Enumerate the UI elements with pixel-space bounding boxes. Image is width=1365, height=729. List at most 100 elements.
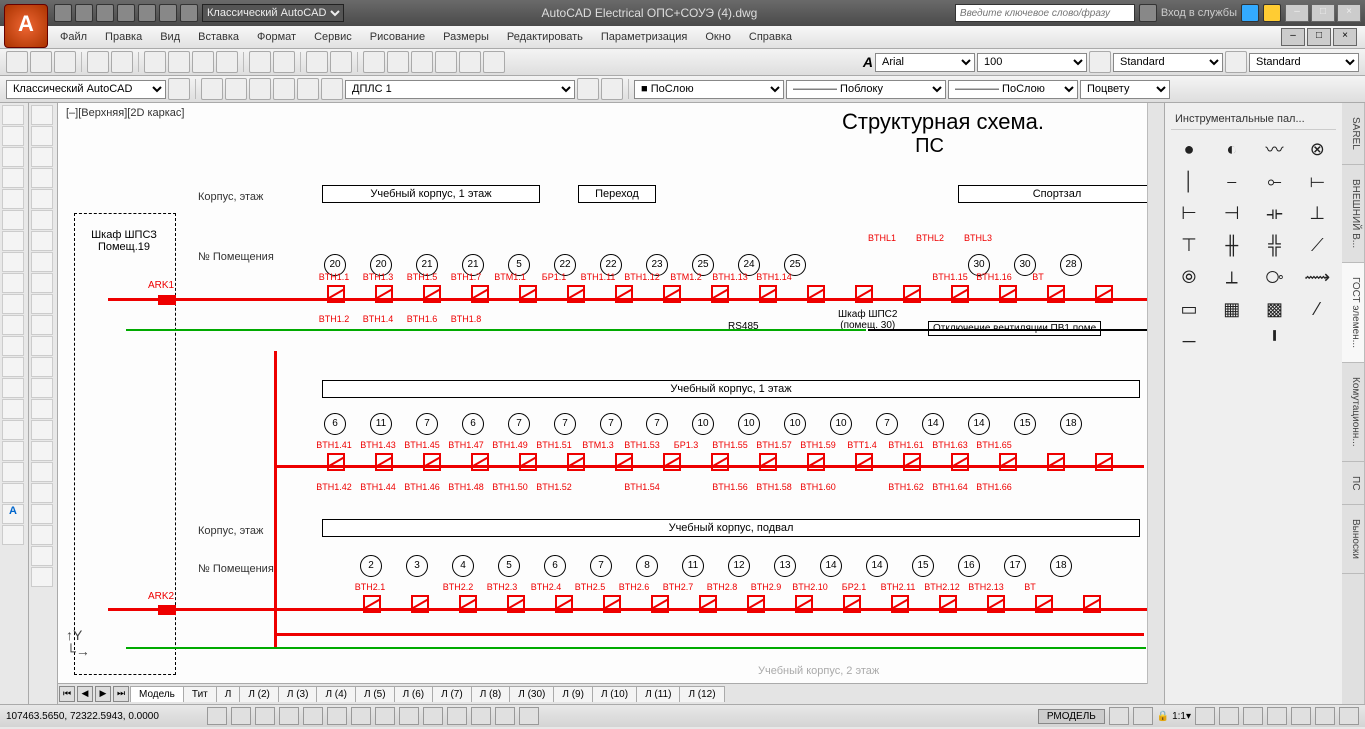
region-icon[interactable] — [2, 315, 24, 335]
tab-layout[interactable]: Л — [216, 686, 241, 702]
tab-layout[interactable]: Л (9) — [553, 686, 593, 702]
palette-tab[interactable]: ПС — [1342, 462, 1364, 505]
lwt-toggle[interactable] — [423, 707, 443, 725]
grid-toggle[interactable] — [231, 707, 251, 725]
tb-pan-icon[interactable] — [306, 51, 328, 73]
tab-layout[interactable]: Л (12) — [679, 686, 724, 702]
tab-layout[interactable]: Тит — [183, 686, 217, 702]
revcloud-icon[interactable] — [2, 462, 24, 482]
tab-layout[interactable]: Л (4) — [316, 686, 356, 702]
join-icon[interactable] — [31, 357, 53, 377]
vertical-scrollbar[interactable] — [1147, 103, 1164, 684]
palette-tab[interactable]: Комутационн... — [1342, 363, 1364, 462]
break-icon[interactable] — [31, 336, 53, 356]
osnap-toggle[interactable] — [303, 707, 323, 725]
font-select[interactable]: Arial — [875, 53, 975, 72]
layer-prev-icon[interactable] — [577, 78, 599, 100]
polar-toggle[interactable] — [279, 707, 299, 725]
palette-tab[interactable]: ГОСТ элемен... — [1342, 263, 1364, 363]
qat-new-icon[interactable] — [54, 4, 72, 22]
layer-lock-icon[interactable] — [321, 78, 343, 100]
tpy-toggle[interactable] — [447, 707, 467, 725]
snap-toggle[interactable] — [207, 707, 227, 725]
pal-symbol[interactable]: ⟋ — [1299, 232, 1335, 258]
ortho-toggle[interactable] — [255, 707, 275, 725]
qat-save-icon[interactable] — [96, 4, 114, 22]
dyn-toggle[interactable] — [399, 707, 419, 725]
space-toggle[interactable]: РМОДЕЛЬ — [1038, 709, 1105, 724]
tb-cut-icon[interactable] — [144, 51, 166, 73]
qat-open-icon[interactable] — [75, 4, 93, 22]
ws-switch-icon[interactable] — [1243, 707, 1263, 725]
tb-props-icon[interactable] — [363, 51, 385, 73]
trim-icon[interactable] — [31, 294, 53, 314]
explode-icon[interactable] — [31, 420, 53, 440]
pal-symbol[interactable] — [1214, 328, 1250, 354]
clean-screen-icon[interactable] — [1339, 707, 1359, 725]
pal-symbol[interactable]: ⊣ — [1214, 200, 1250, 226]
menu-edit[interactable]: Правка — [97, 29, 150, 45]
qp-toggle[interactable] — [471, 707, 491, 725]
hatch-icon[interactable] — [2, 273, 24, 293]
close-button[interactable]: × — [1337, 4, 1361, 22]
text-height-select[interactable]: 100 — [977, 53, 1087, 72]
layer-iso-icon[interactable] — [249, 78, 271, 100]
tb-save-icon[interactable] — [54, 51, 76, 73]
mline-icon[interactable] — [2, 525, 24, 545]
gradient-icon[interactable] — [2, 294, 24, 314]
pal-symbol[interactable]: ⊗ — [1299, 136, 1335, 162]
tab-last-icon[interactable]: ⏭ — [113, 686, 129, 702]
workspace-toolbar-select[interactable]: Классический AutoCAD — [6, 80, 166, 99]
qat-redo-icon[interactable] — [180, 4, 198, 22]
tb-calc-icon[interactable] — [483, 51, 505, 73]
rect-icon[interactable] — [2, 189, 24, 209]
coordinates-readout[interactable]: 107463.5650, 72322.5943, 0.0000 — [6, 711, 159, 722]
block-icon[interactable] — [2, 378, 24, 398]
pal-symbol[interactable]: │ — [1171, 168, 1207, 194]
pal-symbol[interactable]: ▩ — [1257, 296, 1293, 322]
erase-icon[interactable] — [31, 105, 53, 125]
tb-paste-icon[interactable] — [192, 51, 214, 73]
extend-icon[interactable] — [31, 315, 53, 335]
tb-sheet-icon[interactable] — [435, 51, 457, 73]
wipeout-icon[interactable] — [2, 483, 24, 503]
dim-style-select[interactable]: Standard — [1249, 53, 1359, 72]
edit-spline-icon[interactable] — [31, 504, 53, 524]
pline-icon[interactable] — [2, 126, 24, 146]
anno-scale[interactable]: 🔒 1:1▾ — [1157, 711, 1191, 722]
isolate-icon[interactable] — [1315, 707, 1335, 725]
mirror-icon[interactable] — [31, 147, 53, 167]
pal-symbol[interactable]: ⊤ — [1171, 232, 1207, 258]
donut-icon[interactable] — [2, 441, 24, 461]
array-icon[interactable] — [31, 189, 53, 209]
polygon-icon[interactable] — [2, 210, 24, 230]
ellipse-icon[interactable] — [2, 231, 24, 251]
tb-preview-icon[interactable] — [111, 51, 133, 73]
pal-symbol[interactable]: ⦾ — [1171, 264, 1207, 290]
textstyle-btn-icon[interactable] — [1089, 51, 1111, 73]
point-icon[interactable] — [2, 357, 24, 377]
menu-format[interactable]: Формат — [249, 29, 304, 45]
plotstyle-select[interactable]: Поцвету — [1080, 80, 1170, 99]
color-select[interactable]: ■ ПоСлою — [634, 80, 784, 99]
lengthen-icon[interactable] — [31, 462, 53, 482]
tb-copy-icon[interactable] — [168, 51, 190, 73]
ws-settings-icon[interactable] — [168, 78, 190, 100]
app-menu-button[interactable]: A — [4, 4, 48, 48]
ducs-toggle[interactable] — [375, 707, 395, 725]
text-style-select[interactable]: Standard — [1113, 53, 1223, 72]
layer-match-icon[interactable] — [601, 78, 623, 100]
pal-symbol[interactable]: ⟝ — [1299, 168, 1335, 194]
quickview-dwg-icon[interactable] — [1133, 707, 1153, 725]
linetype-select[interactable]: ———— Поблоку — [786, 80, 946, 99]
doc-minimize-button[interactable]: – — [1281, 28, 1305, 46]
scale-icon[interactable] — [31, 252, 53, 272]
pal-symbol[interactable]: ⟂ — [1214, 264, 1250, 290]
layer-freeze-icon[interactable] — [273, 78, 295, 100]
canvas[interactable]: Структурная схема. ПС Шкаф ШПСЗПомещ.19 … — [58, 103, 1164, 683]
menu-help[interactable]: Справка — [741, 29, 800, 45]
layer-off-icon[interactable] — [297, 78, 319, 100]
mtext-icon[interactable]: A — [2, 504, 24, 524]
tb-toolpal-icon[interactable] — [411, 51, 433, 73]
infocenter-search[interactable] — [955, 4, 1135, 22]
